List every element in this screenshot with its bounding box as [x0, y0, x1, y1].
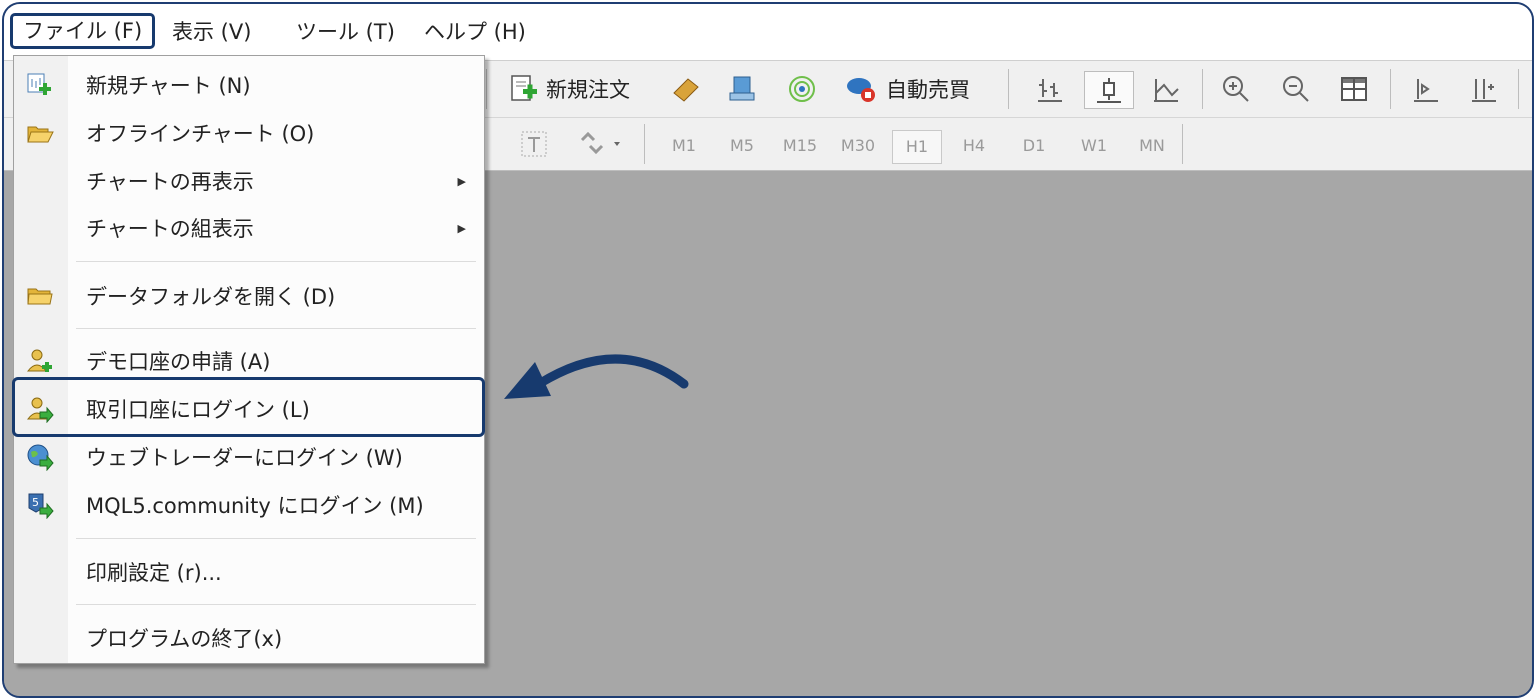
zoom-in-icon — [1223, 76, 1249, 102]
toolbar-separator — [486, 69, 487, 109]
zoom-out-icon — [1283, 76, 1309, 102]
timeframe-h1[interactable]: H1 — [892, 130, 942, 164]
add-user-icon — [26, 349, 52, 372]
chart-shift-icon — [1472, 79, 1496, 102]
signals-button[interactable] — [786, 71, 818, 107]
auto-trade-label: 自動売買 — [886, 78, 970, 102]
submenu-arrow-icon: ▶ — [457, 174, 466, 188]
menu-item-open-data-folder[interactable]: データフォルダを開く (D) — [14, 274, 484, 318]
pointer-arrow-icon — [504, 354, 689, 399]
auto-trade-button[interactable]: 自動売買 — [844, 71, 970, 107]
text-tool-icon — [521, 131, 547, 157]
menu-divider — [76, 538, 476, 539]
market-watch-button[interactable] — [670, 71, 702, 107]
menu-item-label: チャートの組表示 — [86, 217, 254, 241]
menu-item-label: データフォルダを開く (D) — [86, 285, 336, 309]
timeframe-m1[interactable]: M1 — [660, 130, 708, 162]
menu-item-print-setup[interactable]: 印刷設定 (r)... — [14, 550, 484, 594]
toolbar-separator — [1202, 69, 1203, 109]
timeframe-h4[interactable]: H4 — [950, 130, 998, 162]
open-folder-icon — [27, 126, 54, 143]
new-chart-icon — [27, 73, 51, 95]
menu-item-label: チャートの再表示 — [86, 170, 254, 194]
new-order-button[interactable]: 新規注文 — [508, 71, 630, 107]
timeframe-w1[interactable]: W1 — [1070, 130, 1118, 162]
menu-item-label: デモ口座の申請 (A) — [86, 350, 271, 374]
new-order-label: 新規注文 — [546, 78, 630, 102]
text-tool-button[interactable] — [518, 126, 550, 162]
toolbar-separator — [1182, 124, 1183, 164]
auto-trade-icon — [847, 78, 875, 102]
book-icon — [673, 78, 699, 102]
tile-icon — [1341, 77, 1367, 101]
candle-chart-button[interactable] — [1084, 71, 1134, 109]
menu-tools[interactable]: ツール (T) — [286, 14, 405, 50]
timeframe-m30[interactable]: M30 — [834, 130, 882, 162]
timeframe-mn[interactable]: MN — [1128, 130, 1176, 162]
toolbar-separator — [1390, 69, 1391, 109]
candlestick-icon — [1097, 78, 1121, 103]
menu-file[interactable]: ファイル (F) — [10, 13, 156, 49]
menu-bar: ファイル (F) 表示 (V) ツール (T) ヘルプ (H) — [4, 4, 1532, 61]
toolbar-separator — [644, 124, 645, 164]
new-order-icon — [511, 75, 537, 101]
navigator-icon — [729, 76, 755, 101]
menu-divider — [76, 261, 476, 262]
arrows-tool-icon — [580, 131, 620, 155]
autoscroll-button[interactable] — [1410, 71, 1442, 107]
menu-item-new-chart[interactable]: 新規チャート (N) — [14, 63, 484, 107]
submenu-arrow-icon: ▶ — [457, 221, 466, 235]
globe-login-icon — [27, 444, 54, 471]
login-item-highlight-box — [12, 377, 485, 437]
menu-help[interactable]: ヘルプ (H) — [414, 14, 536, 50]
menu-item-label: 印刷設定 (r)... — [86, 561, 222, 585]
line-chart-button[interactable] — [1150, 71, 1182, 107]
navigator-button[interactable] — [726, 71, 758, 107]
toolbar-separator — [1008, 69, 1009, 109]
arrows-tool-button[interactable] — [576, 126, 624, 162]
zoom-out-button[interactable] — [1280, 71, 1312, 107]
menu-item-chart-set[interactable]: チャートの組表示 ▶ — [14, 206, 484, 250]
menu-item-label: プログラムの終了(x) — [86, 627, 283, 651]
timeframe-m5[interactable]: M5 — [718, 130, 766, 162]
menu-item-login-webtrader[interactable]: ウェブトレーダーにログイン (W) — [14, 435, 484, 479]
toolbar-separator — [1518, 69, 1519, 109]
menu-item-offline-chart[interactable]: オフラインチャート (O) — [14, 111, 484, 155]
menu-item-login-mql5[interactable]: 5 MQL5.community にログイン (M) — [14, 483, 484, 527]
menu-divider — [76, 604, 476, 605]
autoscroll-icon — [1414, 79, 1438, 102]
bar-chart-icon — [1038, 79, 1062, 102]
menu-divider — [76, 328, 476, 329]
menu-item-exit[interactable]: プログラムの終了(x) — [14, 616, 484, 660]
tile-windows-button[interactable] — [1338, 71, 1370, 107]
menu-item-label: オフラインチャート (O) — [86, 122, 315, 146]
svg-text:5: 5 — [32, 496, 39, 509]
app-window: ファイル (F) 表示 (V) ツール (T) ヘルプ (H) 新規注文 自動売… — [2, 2, 1534, 698]
mql5-login-icon: 5 — [28, 493, 54, 519]
timeframe-m15[interactable]: M15 — [776, 130, 824, 162]
folder-icon — [27, 288, 53, 305]
menu-item-label: 新規チャート (N) — [86, 74, 251, 98]
menu-item-label: ウェブトレーダーにログイン (W) — [86, 446, 403, 470]
signal-icon — [789, 76, 815, 102]
line-chart-icon — [1154, 79, 1179, 102]
timeframe-d1[interactable]: D1 — [1010, 130, 1058, 162]
chart-shift-button[interactable] — [1468, 71, 1500, 107]
zoom-in-button[interactable] — [1220, 71, 1252, 107]
file-menu-dropdown: 新規チャート (N) オフラインチャート (O) チャートの再表示 ▶ チャート… — [13, 55, 485, 664]
menu-view[interactable]: 表示 (V) — [162, 14, 261, 50]
bar-chart-button[interactable] — [1034, 71, 1066, 107]
menu-item-label: MQL5.community にログイン (M) — [86, 494, 424, 518]
menu-item-redisplay-chart[interactable]: チャートの再表示 ▶ — [14, 159, 484, 203]
